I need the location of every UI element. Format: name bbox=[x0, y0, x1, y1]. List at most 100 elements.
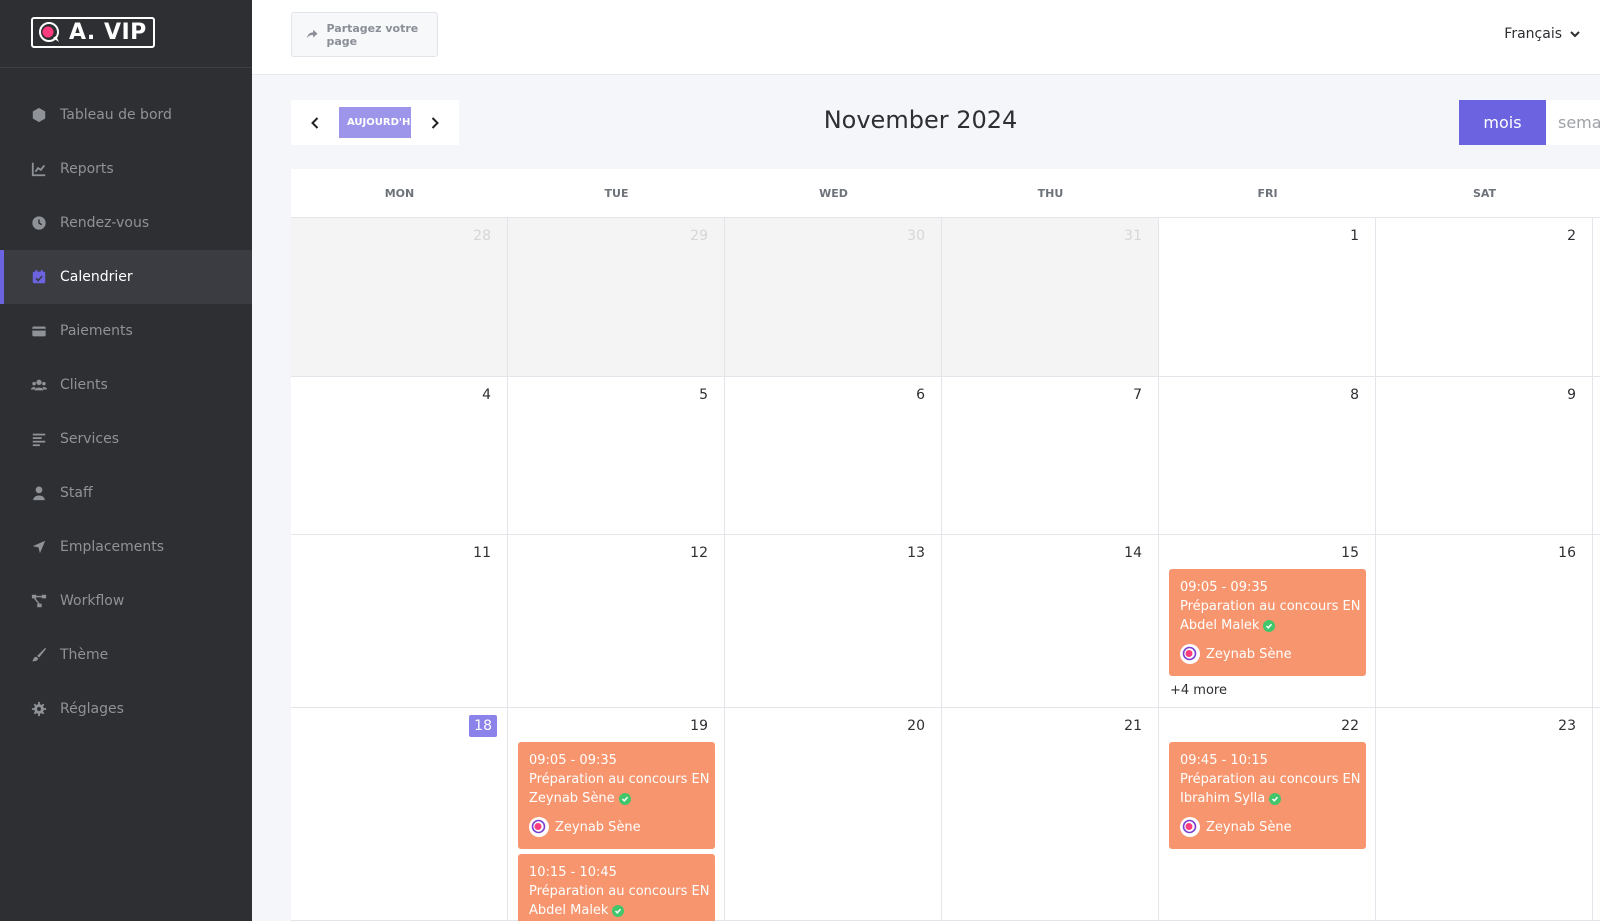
brush-icon bbox=[30, 646, 48, 664]
day-number[interactable]: 30 bbox=[907, 228, 925, 244]
day-number[interactable]: 9 bbox=[1567, 387, 1576, 403]
calendar-event[interactable]: 09:05 - 09:35 Préparation au concours EN Z… bbox=[518, 742, 715, 849]
calendar-day-cell[interactable]: 15 09:05 - 09:35 Préparation au concours E… bbox=[1159, 535, 1376, 707]
confirmed-check-icon bbox=[618, 793, 631, 805]
sidebar-item-workflow[interactable]: Workflow bbox=[0, 574, 252, 628]
day-number[interactable]: 7 bbox=[1133, 387, 1142, 403]
day-number[interactable]: 14 bbox=[1124, 545, 1142, 561]
confirmed-check-icon bbox=[1269, 793, 1282, 805]
sidebar-item-theme[interactable]: Thème bbox=[0, 628, 252, 682]
staff-avatar-icon bbox=[1180, 817, 1200, 837]
calendar-day-cell[interactable]: 20 bbox=[725, 708, 942, 920]
day-number[interactable]: 5 bbox=[699, 387, 708, 403]
calendar-day-cell[interactable]: 12 bbox=[508, 535, 725, 707]
sidebar-item-services[interactable]: Services bbox=[0, 412, 252, 466]
calendar-week: 28 29 30 31 1 2 bbox=[291, 218, 1600, 377]
day-number[interactable]: 2 bbox=[1567, 228, 1576, 244]
calendar-day-cell[interactable]: 31 bbox=[942, 218, 1159, 376]
brand-logo[interactable]: A. VIP bbox=[31, 17, 155, 48]
sidebar-item-calendrier[interactable]: Calendrier bbox=[0, 250, 252, 304]
event-client: Abdel Malek bbox=[1180, 618, 1260, 633]
staff-avatar-icon bbox=[1180, 644, 1200, 664]
sidebar: A. VIP Tableau de bord Reports Rendez-vous… bbox=[0, 0, 252, 921]
gear-icon bbox=[30, 700, 48, 718]
weekday-wed: WED bbox=[819, 187, 848, 200]
calendar-day-cell[interactable]: 23 bbox=[1376, 708, 1593, 920]
calendar-day-cell[interactable]: 8 bbox=[1159, 377, 1376, 534]
calendar-event[interactable]: 10:15 - 10:45 Préparation au concours EN A… bbox=[518, 854, 715, 921]
calendar-toolbar: AUJOURD'HUI November 2024 mois semaine bbox=[291, 100, 1600, 145]
sidebar-item-rendez-vous[interactable]: Rendez-vous bbox=[0, 196, 252, 250]
sidebar-item-clients[interactable]: Clients bbox=[0, 358, 252, 412]
calendar-week: 11 12 13 14 15 09:05 - 09:35 Préparation au co… bbox=[291, 535, 1600, 708]
calendar-day-cell[interactable]: 29 bbox=[508, 218, 725, 376]
chart-line-icon bbox=[30, 160, 48, 178]
day-number[interactable]: 4 bbox=[482, 387, 491, 403]
weekday-fri: FRI bbox=[1257, 187, 1278, 200]
sidebar-item-staff[interactable]: Staff bbox=[0, 466, 252, 520]
calendar-day-cell[interactable]: 5 bbox=[508, 377, 725, 534]
day-number[interactable]: 20 bbox=[907, 718, 925, 734]
day-number[interactable]: 1 bbox=[1350, 228, 1359, 244]
calendar-day-cell[interactable]: 16 bbox=[1376, 535, 1593, 707]
calendar-day-cell[interactable]: 9 bbox=[1376, 377, 1593, 534]
list-icon bbox=[30, 430, 48, 448]
event-time: 10:15 - 10:45 bbox=[529, 865, 617, 880]
user-icon bbox=[30, 484, 48, 502]
sidebar-item-emplacements[interactable]: Emplacements bbox=[0, 520, 252, 574]
sidebar-item-label: Thème bbox=[60, 647, 109, 663]
day-number[interactable]: 8 bbox=[1350, 387, 1359, 403]
day-number[interactable]: 21 bbox=[1124, 718, 1142, 734]
more-events-link[interactable]: +4 more bbox=[1170, 683, 1227, 698]
calendar-day-cell[interactable]: 14 bbox=[942, 535, 1159, 707]
calendar-day-cell[interactable]: 2 bbox=[1376, 218, 1593, 376]
sidebar-item-label: Calendrier bbox=[60, 269, 133, 285]
chevron-down-icon bbox=[1570, 30, 1580, 37]
sidebar-item-tableau-de-bord[interactable]: Tableau de bord bbox=[0, 88, 252, 142]
day-number[interactable]: 13 bbox=[907, 545, 925, 561]
day-number[interactable]: 23 bbox=[1558, 718, 1576, 734]
day-number[interactable]: 31 bbox=[1124, 228, 1142, 244]
today-date-number[interactable]: 18 bbox=[469, 715, 497, 737]
sidebar-item-paiements[interactable]: Paiements bbox=[0, 304, 252, 358]
calendar-day-cell[interactable]: 6 bbox=[725, 377, 942, 534]
day-number[interactable]: 12 bbox=[690, 545, 708, 561]
calendar-day-cell[interactable]: 21 bbox=[942, 708, 1159, 920]
language-selector[interactable]: Français bbox=[1504, 26, 1580, 42]
event-client-row: Abdel Malek bbox=[1180, 616, 1366, 635]
calendar-week: 18 19 09:05 - 09:35 Préparation au concours… bbox=[291, 708, 1600, 921]
calendar-day-cell[interactable]: 30 bbox=[725, 218, 942, 376]
day-number[interactable]: 19 bbox=[690, 718, 708, 734]
calendar-day-cell[interactable]: 7 bbox=[942, 377, 1159, 534]
month-view-button[interactable]: mois bbox=[1459, 100, 1546, 145]
day-number[interactable]: 11 bbox=[473, 545, 491, 561]
calendar-day-cell[interactable]: 18 bbox=[291, 708, 508, 920]
calendar-day-cell[interactable]: 19 09:05 - 09:35 Préparation au concours E… bbox=[508, 708, 725, 921]
calendar-weeks: 28 29 30 31 1 2 4 5 6 7 8 9 11 12 13 14 15 09:05 - 09:35 P… bbox=[291, 218, 1600, 921]
sidebar-item-label: Rendez-vous bbox=[60, 215, 150, 231]
calendar-day-cell[interactable]: 22 09:45 - 10:15 Préparation au concours E… bbox=[1159, 708, 1376, 920]
calendar-event[interactable]: 09:45 - 10:15 Préparation au concours EN I… bbox=[1169, 742, 1366, 849]
day-number[interactable]: 15 bbox=[1341, 545, 1359, 561]
calendar-event[interactable]: 09:05 - 09:35 Préparation au concours EN A… bbox=[1169, 569, 1366, 676]
week-view-button[interactable]: semaine bbox=[1546, 100, 1600, 145]
language-label: Français bbox=[1504, 26, 1562, 42]
share-page-button[interactable]: Partagez votre page bbox=[291, 12, 438, 57]
day-number[interactable]: 6 bbox=[916, 387, 925, 403]
day-number[interactable]: 28 bbox=[473, 228, 491, 244]
sidebar-item-reports[interactable]: Reports bbox=[0, 142, 252, 196]
calendar-day-cell[interactable]: 11 bbox=[291, 535, 508, 707]
sidebar-item-label: Paiements bbox=[60, 323, 133, 339]
calendar-day-cell[interactable]: 13 bbox=[725, 535, 942, 707]
day-number[interactable]: 16 bbox=[1558, 545, 1576, 561]
event-staff-name: Zeynab Sène bbox=[1206, 646, 1292, 662]
share-icon bbox=[307, 29, 318, 39]
calendar-day-cell[interactable]: 28 bbox=[291, 218, 508, 376]
weekday-tue: TUE bbox=[604, 187, 629, 200]
day-number[interactable]: 29 bbox=[690, 228, 708, 244]
calendar-day-cell[interactable]: 1 bbox=[1159, 218, 1376, 376]
sidebar-item-reglages[interactable]: Réglages bbox=[0, 682, 252, 736]
calendar-day-cell[interactable]: 4 bbox=[291, 377, 508, 534]
day-number[interactable]: 22 bbox=[1341, 718, 1359, 734]
sidebar-item-label: Services bbox=[60, 431, 120, 447]
